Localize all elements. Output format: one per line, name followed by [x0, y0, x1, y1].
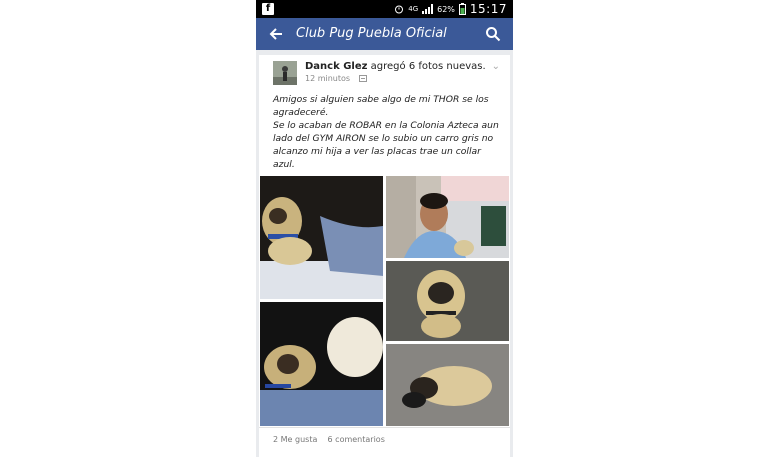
post-action: agregó 6 fotos nuevas. [370, 61, 486, 72]
photo-grid [259, 176, 510, 426]
post-text-line1: Amigos si alguien sabe algo de mi THOR s… [273, 94, 489, 118]
status-bar: f 4G 62% 15:17 [256, 0, 513, 18]
post-header: Danck Glez agregó 6 fotos nuevas. [305, 61, 486, 72]
privacy-icon [358, 75, 367, 82]
photo-1[interactable] [260, 176, 383, 299]
alarm-icon [395, 5, 404, 14]
post-time-row: 12 minutos [305, 74, 367, 83]
network-type: 4G [408, 4, 419, 13]
post-card: Danck Glez agregó 6 fotos nuevas. 12 min… [259, 55, 510, 457]
back-arrow-icon[interactable] [268, 26, 284, 42]
divider [259, 427, 510, 428]
phone-screen: f 4G 62% 15:17 Club Pug Puebla Oficial D… [256, 0, 513, 457]
post-text: Amigos si alguien sabe algo de mi THOR s… [273, 93, 501, 171]
chevron-down-icon[interactable]: ⌄ [492, 61, 500, 72]
avatar[interactable] [273, 61, 297, 85]
comments-count[interactable]: 6 comentarios [328, 435, 385, 444]
search-icon[interactable] [485, 26, 501, 42]
status-indicators: 4G 62% 15:17 [394, 2, 507, 16]
clock: 15:17 [469, 2, 507, 16]
photo-5[interactable] [386, 344, 509, 426]
post-time[interactable]: 12 minutos [305, 74, 350, 83]
page-title: Club Pug Puebla Oficial [296, 26, 447, 41]
likes-count[interactable]: 2 Me gusta [273, 435, 317, 444]
facebook-icon: f [262, 3, 274, 15]
signal-icon [422, 4, 434, 14]
photo-2[interactable] [386, 176, 509, 258]
app-bar: Club Pug Puebla Oficial [256, 18, 513, 50]
photo-3[interactable] [386, 261, 509, 341]
photo-4[interactable] [260, 302, 383, 426]
post-footer: 2 Me gusta 6 comentarios [273, 435, 385, 444]
battery-icon [458, 3, 466, 15]
post-text-line2: Se lo acaban de ROBAR en la Colonia Azte… [273, 120, 499, 170]
author-name[interactable]: Danck Glez [305, 61, 367, 72]
battery-percent: 62% [437, 4, 455, 14]
